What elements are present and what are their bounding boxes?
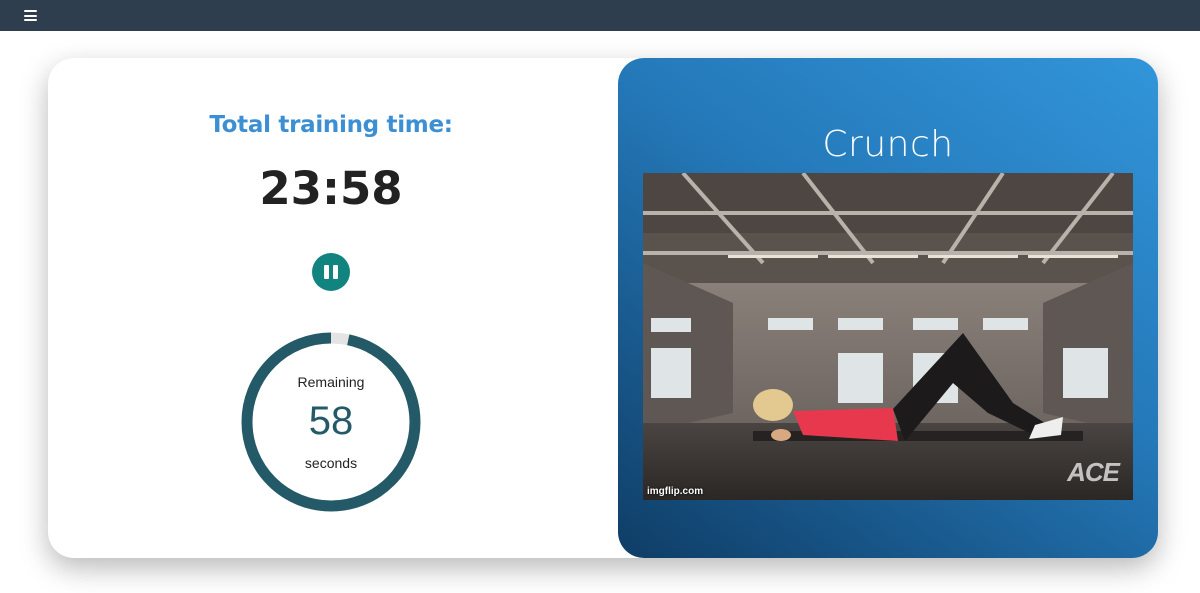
- ace-logo: ACE: [1067, 457, 1120, 487]
- timer-panel: Total training time: 23:58 Remaining 58 …: [48, 58, 618, 558]
- imgflip-watermark: imgflip.com: [647, 486, 704, 497]
- remaining-seconds-value: 58: [308, 399, 354, 443]
- pause-icon: [324, 265, 329, 279]
- pause-button[interactable]: [312, 253, 350, 291]
- exercise-photo: imgflip.com ACE: [643, 173, 1133, 500]
- pause-icon-bar: [333, 265, 338, 279]
- countdown-ring: Remaining 58 seconds: [240, 331, 422, 513]
- hamburger-menu-icon[interactable]: [24, 9, 38, 22]
- workout-card: Total training time: 23:58 Remaining 58 …: [48, 58, 1158, 558]
- seconds-label: seconds: [304, 455, 358, 471]
- total-training-time-label: Total training time:: [209, 112, 453, 138]
- exercise-panel: Crunch imgflip.com ACE: [618, 58, 1158, 558]
- total-training-time-value: 23:58: [259, 162, 403, 215]
- exercise-name: Crunch: [822, 124, 954, 165]
- top-bar: [0, 0, 1200, 31]
- remaining-label: Remaining: [297, 374, 365, 390]
